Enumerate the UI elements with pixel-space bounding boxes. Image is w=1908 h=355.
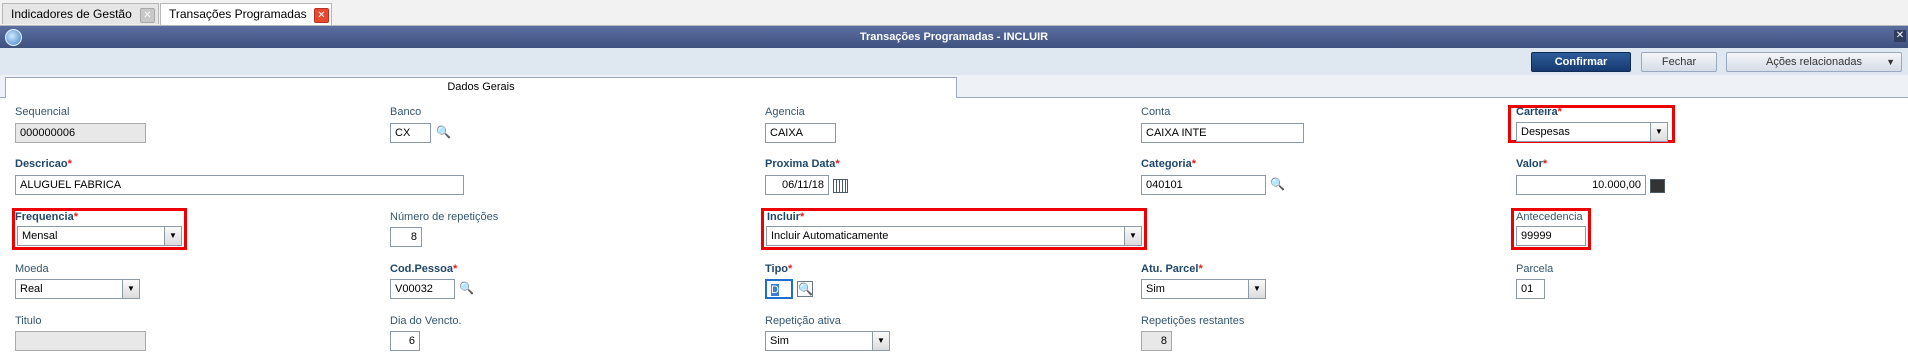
related-actions-label: Ações relacionadas — [1765, 56, 1862, 68]
agencia-field[interactable]: CAIXA — [765, 123, 836, 143]
categoria-field[interactable]: 040101 — [1141, 175, 1266, 195]
conta-label: Conta — [1141, 106, 1171, 118]
tab-label: Indicadores de Gestão — [11, 7, 132, 21]
carteira-label: Carteira* — [1516, 106, 1562, 118]
valor-label: Valor* — [1516, 158, 1548, 170]
search-icon[interactable]: 🔍 — [797, 281, 813, 297]
close-button[interactable]: Fechar — [1641, 52, 1717, 72]
incluir-label: Incluir* — [767, 211, 805, 223]
confirm-button[interactable]: Confirmar — [1531, 52, 1631, 72]
chevron-down-icon[interactable]: ▼ — [1124, 227, 1141, 245]
search-icon[interactable]: 🔍 — [1270, 177, 1285, 191]
cod-pessoa-label: Cod.Pessoa* — [390, 263, 458, 275]
carteira-value: Despesas — [1521, 126, 1570, 138]
tab-strip: Indicadores de Gestão ✕ Transações Progr… — [0, 0, 1908, 26]
frequencia-label: Frequencia* — [15, 211, 78, 223]
num-repeticoes-label: Número de repetições — [390, 211, 499, 223]
parcela-label: Parcela — [1516, 263, 1554, 275]
num-repeticoes-field[interactable]: 8 — [390, 227, 422, 247]
chevron-down-icon[interactable]: ▼ — [872, 332, 889, 350]
banco-field[interactable]: CX — [390, 123, 431, 143]
incluir-select[interactable]: Incluir Automaticamente ▼ — [766, 226, 1142, 246]
valor-field[interactable]: 10.000,00 — [1516, 175, 1646, 195]
dia-vencto-label: Dia do Vencto. — [390, 315, 462, 327]
moeda-label: Moeda — [15, 263, 49, 275]
atu-parcel-label: Atu. Parcel* — [1141, 263, 1203, 275]
tipo-value: D — [771, 284, 779, 296]
related-actions-button[interactable]: Ações relacionadas ▼ — [1726, 52, 1902, 72]
frequencia-select[interactable]: Mensal ▼ — [17, 226, 182, 246]
moeda-select[interactable]: Real ▼ — [15, 279, 140, 299]
dia-vencto-field[interactable]: 6 — [390, 331, 420, 351]
proxima-data-label: Proxima Data* — [765, 158, 840, 170]
tipo-field[interactable]: D — [765, 279, 793, 299]
tab-label: Transações Programadas — [169, 7, 307, 21]
descricao-field[interactable]: ALUGUEL FABRICA — [15, 175, 464, 195]
folder-strip: Dados Gerais — [0, 75, 1908, 98]
moeda-value: Real — [20, 283, 43, 295]
titulo-field[interactable] — [15, 331, 146, 351]
agencia-label: Agencia — [765, 106, 805, 118]
cod-pessoa-field[interactable]: V00032 — [390, 279, 455, 299]
repeticoes-restantes-label: Repetições restantes — [1141, 315, 1245, 327]
atu-parcel-value: Sim — [1146, 283, 1165, 295]
chevron-down-icon[interactable]: ▼ — [122, 280, 139, 298]
close-icon[interactable]: ✕ — [140, 8, 155, 23]
categoria-label: Categoria* — [1141, 158, 1197, 170]
chevron-down-icon: ▼ — [1886, 57, 1895, 67]
search-icon[interactable]: 🔍 — [459, 281, 474, 295]
calculator-icon[interactable] — [1650, 179, 1665, 193]
descricao-label: Descricao* — [15, 158, 72, 170]
close-icon[interactable]: ✕ — [314, 8, 329, 23]
parcela-field[interactable]: 01 — [1516, 279, 1545, 299]
frequencia-value: Mensal — [22, 230, 58, 242]
atu-parcel-select[interactable]: Sim ▼ — [1141, 279, 1266, 299]
folder-dados-gerais[interactable]: Dados Gerais — [5, 77, 957, 98]
search-icon[interactable]: 🔍 — [436, 125, 451, 139]
conta-field[interactable]: CAIXA INTE — [1141, 123, 1304, 143]
sequencial-label: Sequencial — [15, 106, 70, 118]
tipo-label: Tipo* — [765, 263, 793, 275]
tab-transacoes[interactable]: Transações Programadas ✕ — [160, 3, 332, 25]
toolbar: Confirmar Fechar Ações relacionadas ▼ — [0, 48, 1908, 75]
repeticao-ativa-value: Sim — [770, 335, 789, 347]
chevron-down-icon[interactable]: ▼ — [164, 227, 181, 245]
carteira-select[interactable]: Despesas ▼ — [1516, 122, 1668, 142]
repeticoes-restantes-field[interactable]: 8 — [1141, 331, 1172, 351]
calendar-icon[interactable] — [833, 179, 848, 193]
window-title: Transações Programadas - INCLUIR — [859, 31, 1049, 43]
close-icon[interactable]: ✕ — [1894, 30, 1906, 42]
titulo-label: Titulo — [15, 315, 42, 327]
proxima-data-field[interactable]: 06/11/18 — [765, 175, 829, 195]
window-title-bar: Transações Programadas - INCLUIR — [0, 26, 1908, 48]
tab-indicadores[interactable]: Indicadores de Gestão ✕ — [2, 3, 159, 24]
chevron-down-icon[interactable]: ▼ — [1650, 123, 1667, 141]
antecedencia-label: Antecedencia — [1516, 211, 1583, 223]
sequencial-field[interactable]: 000000006 — [15, 123, 146, 143]
repeticao-ativa-label: Repetição ativa — [765, 315, 841, 327]
chevron-down-icon[interactable]: ▼ — [1248, 280, 1265, 298]
banco-label: Banco — [390, 106, 422, 118]
repeticao-ativa-select[interactable]: Sim ▼ — [765, 331, 890, 351]
incluir-value: Incluir Automaticamente — [771, 230, 889, 242]
antecedencia-field[interactable]: 99999 — [1516, 226, 1586, 246]
